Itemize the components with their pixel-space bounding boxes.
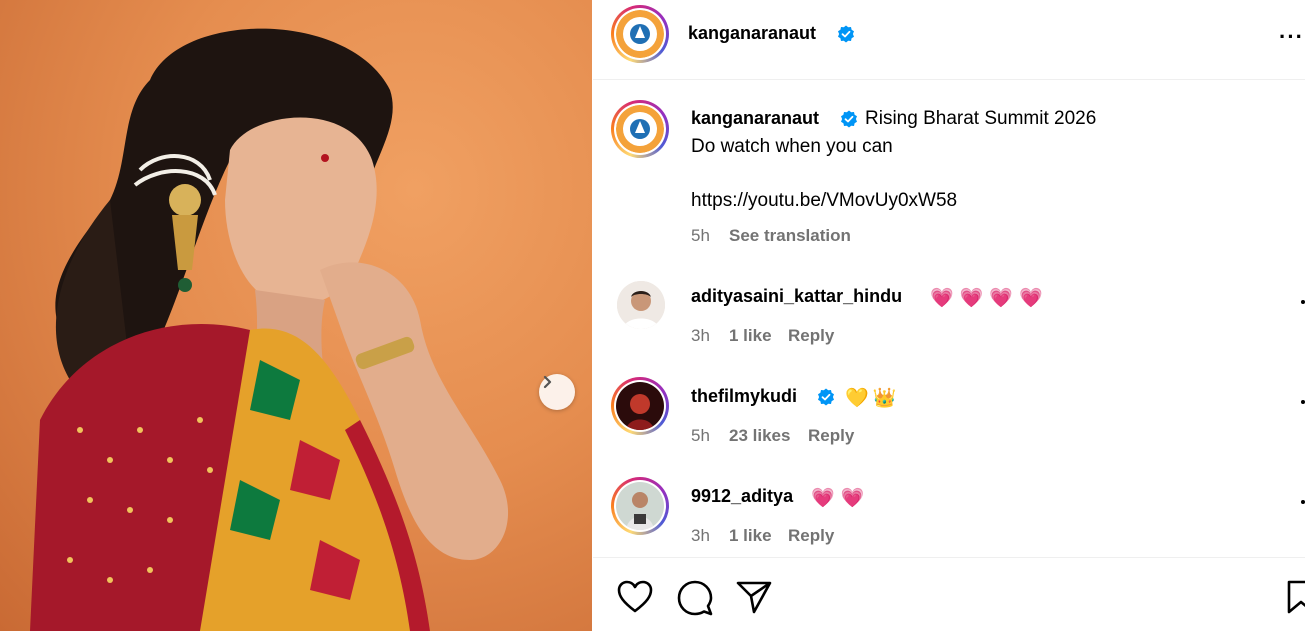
more-options-button[interactable]: ···: [1279, 24, 1304, 50]
profile-photo-image: [616, 382, 664, 430]
reply-button[interactable]: Reply: [788, 326, 834, 346]
post-image: [0, 0, 592, 631]
caption-line-1: Rising Bharat Summit 2026: [865, 108, 1097, 129]
comment-likes[interactable]: 23 likes: [729, 426, 790, 446]
comment-emoji: 💗💗💗💗: [930, 288, 1049, 309]
comment-likes[interactable]: 1 like: [729, 326, 772, 346]
heart-icon[interactable]: [617, 580, 653, 614]
caption-timestamp[interactable]: 5h: [691, 226, 710, 246]
post-panel: kanganaranaut ··· kanganaranaut Rising B…: [593, 0, 1305, 631]
profile-photo-image: [617, 281, 665, 329]
profile-photo-image: [616, 482, 664, 530]
logo-avatar-image: [616, 105, 664, 153]
next-image-button[interactable]: [539, 374, 575, 410]
comment-username[interactable]: thefilmykudi: [691, 386, 797, 407]
author-username[interactable]: kanganaranaut: [688, 23, 816, 44]
reply-button[interactable]: Reply: [808, 426, 854, 446]
verified-badge-icon: [841, 110, 857, 128]
send-icon[interactable]: [736, 580, 772, 614]
see-translation-link[interactable]: See translation: [729, 226, 851, 246]
comment-timestamp[interactable]: 5h: [691, 426, 710, 446]
caption-username[interactable]: kanganaranaut: [691, 108, 819, 129]
commenter-avatar[interactable]: [611, 377, 669, 435]
comment-options-icon[interactable]: [1301, 500, 1305, 504]
comment-likes[interactable]: 1 like: [729, 526, 772, 546]
post-header: kanganaranaut ···: [593, 0, 1305, 80]
commenter-avatar[interactable]: [617, 281, 665, 329]
verified-badge-icon: [818, 388, 834, 406]
chevron-right-icon: [543, 375, 552, 389]
reply-button[interactable]: Reply: [788, 526, 834, 546]
comment-username[interactable]: adityasaini_kattar_hindu: [691, 286, 902, 307]
portrait-illustration: [30, 28, 509, 631]
commenter-avatar[interactable]: [611, 477, 669, 535]
verified-badge-icon: [838, 25, 854, 43]
caption-avatar[interactable]: [611, 100, 669, 158]
comment-icon[interactable]: [677, 580, 713, 616]
comment-username[interactable]: 9912_aditya: [691, 486, 793, 507]
caption-line-2: Do watch when you can: [691, 136, 893, 157]
comment-timestamp[interactable]: 3h: [691, 526, 710, 546]
author-avatar[interactable]: [611, 5, 669, 63]
comment-emoji: 💗💗: [811, 488, 871, 509]
post-actions-bar: [593, 557, 1305, 632]
comment-emoji: 💛👑: [845, 388, 901, 409]
caption-link[interactable]: https://youtu.be/VMovUy0xW58: [691, 190, 957, 212]
bookmark-icon[interactable]: [1287, 580, 1305, 614]
logo-avatar-image: [616, 10, 664, 58]
comment-options-icon[interactable]: [1301, 300, 1305, 304]
comment-options-icon[interactable]: [1301, 400, 1305, 404]
comment-timestamp[interactable]: 3h: [691, 326, 710, 346]
